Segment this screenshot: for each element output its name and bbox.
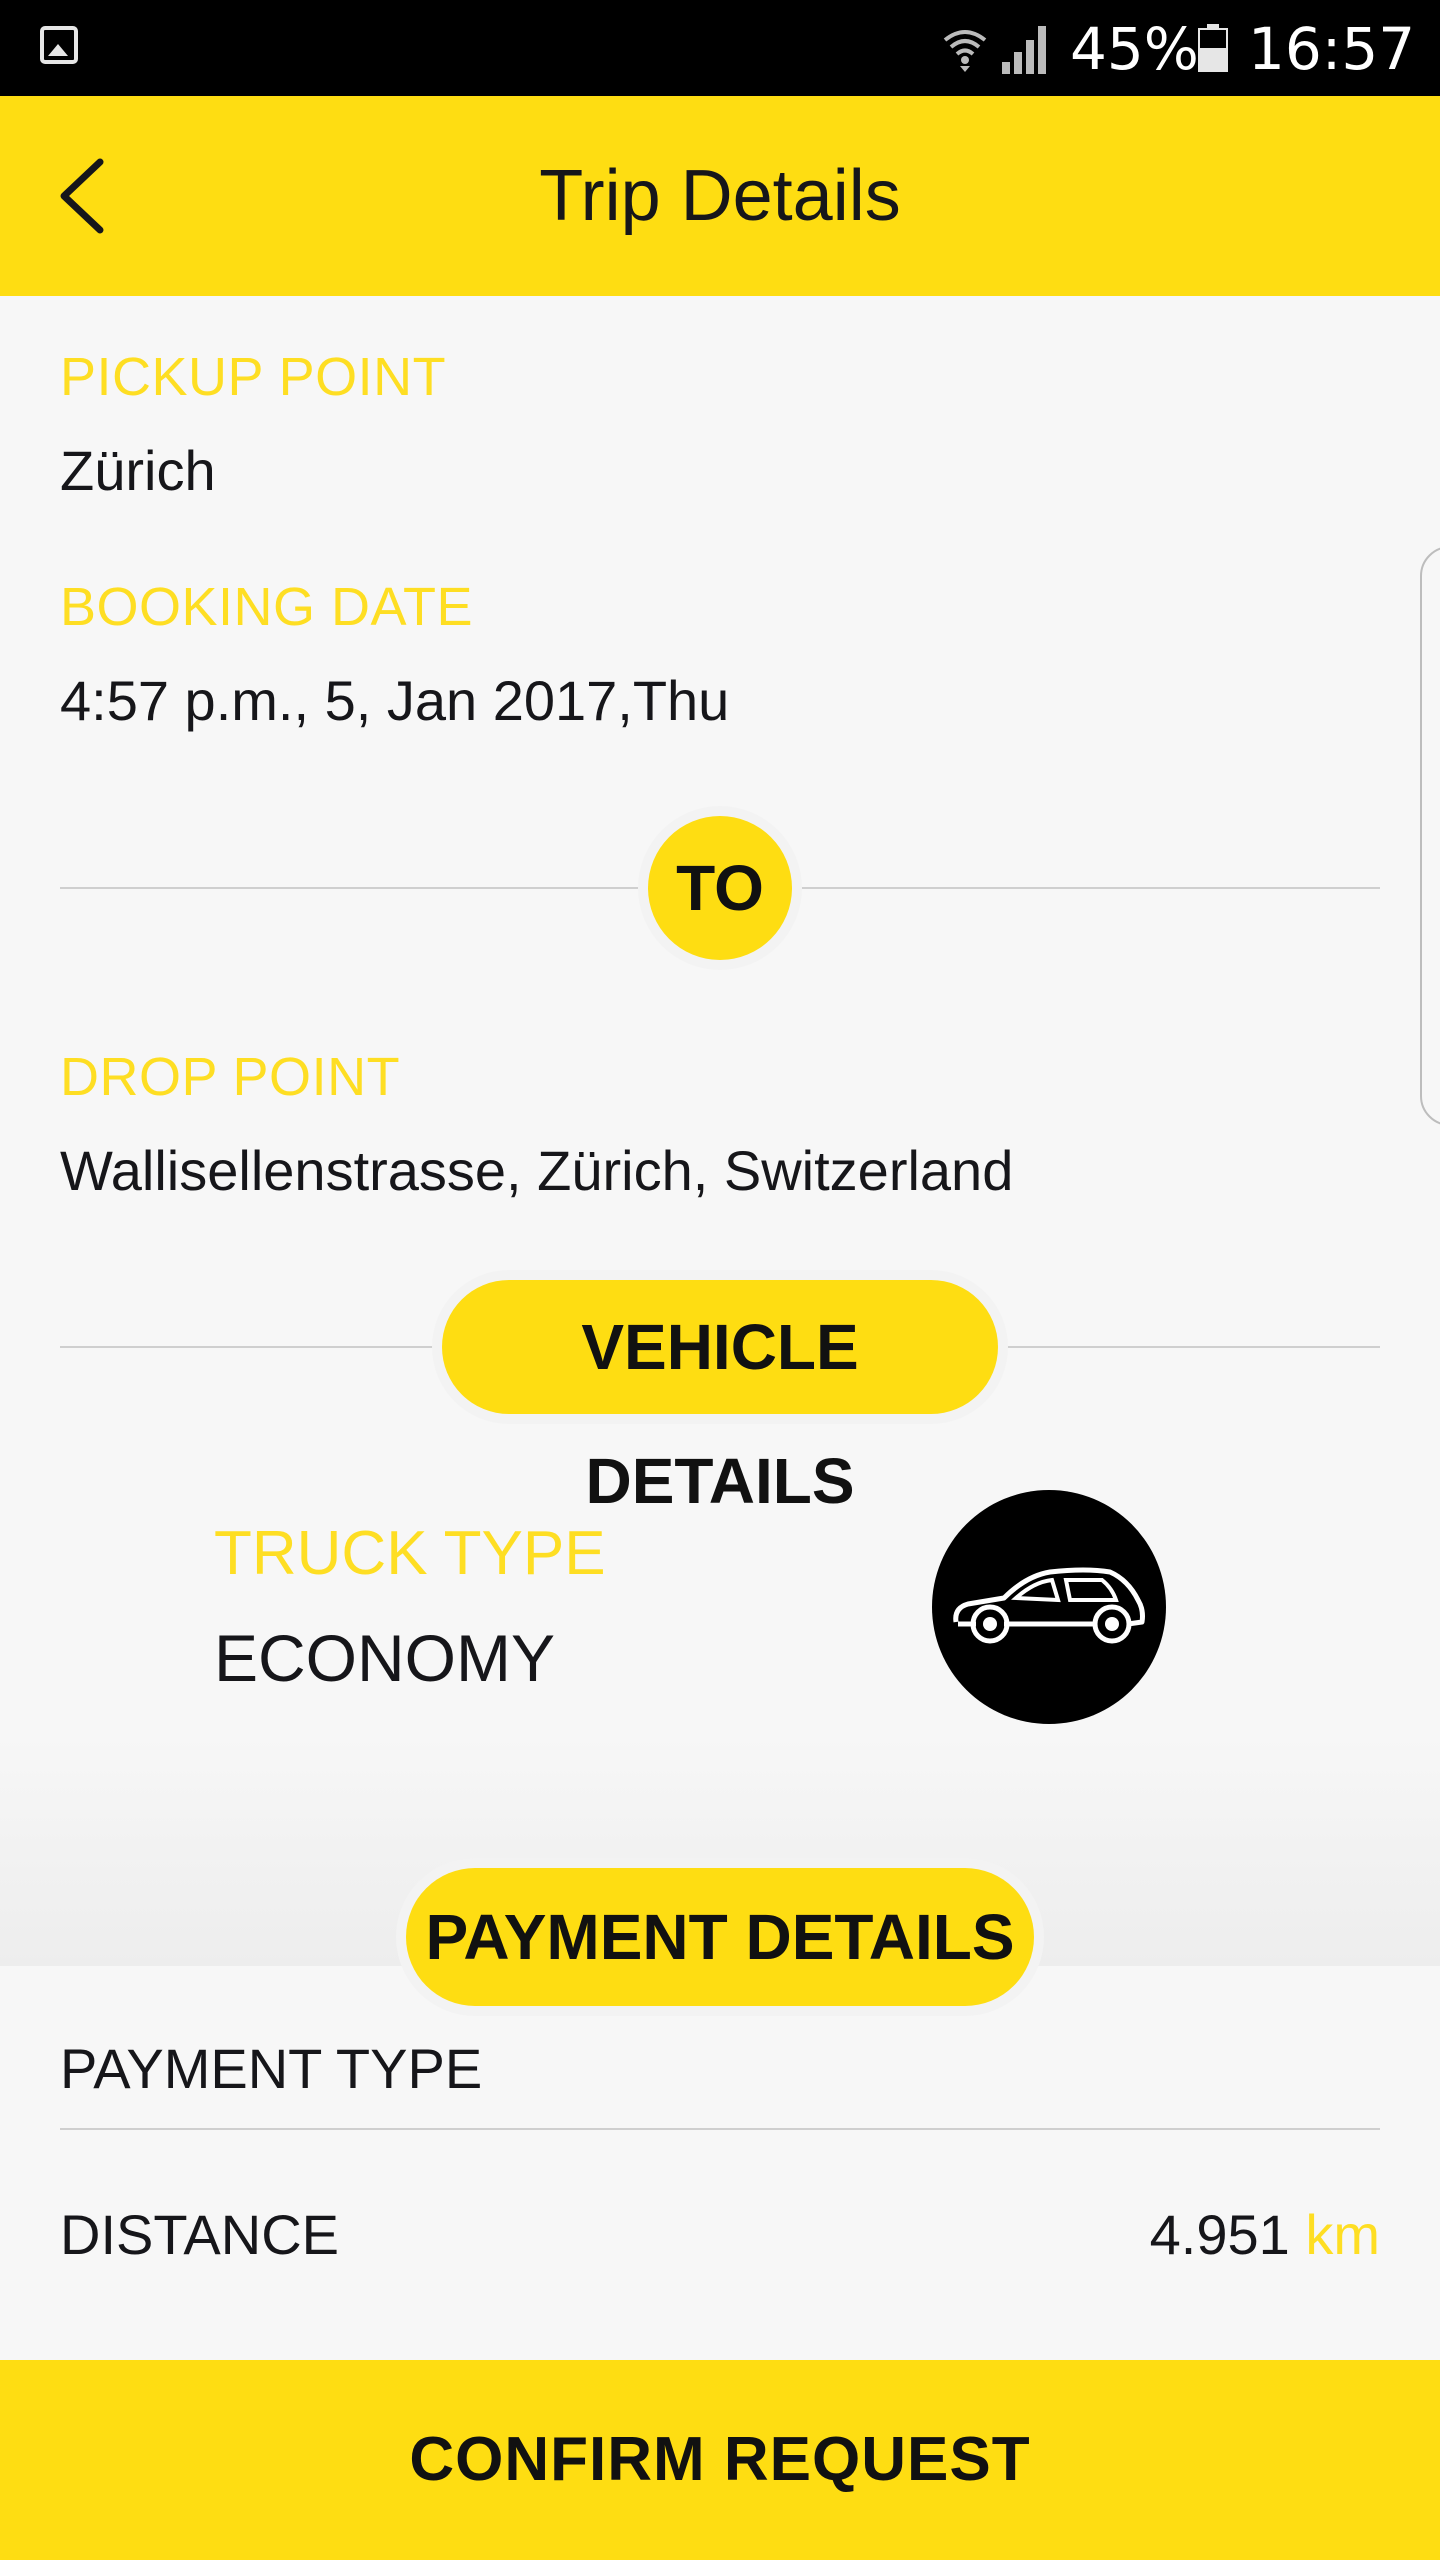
payment-divider xyxy=(60,2128,1380,2130)
gallery-icon xyxy=(40,26,78,64)
pickup-label: PICKUP POINT xyxy=(60,347,447,407)
drop-point-value: Wallisellenstrasse, Zürich, Switzerland xyxy=(60,1139,1014,1202)
distance-value: 4.951 km xyxy=(1150,2202,1380,2267)
to-badge: TO xyxy=(648,816,792,960)
car-icon xyxy=(932,1490,1166,1724)
wifi-icon xyxy=(943,30,987,72)
battery-percent: 45% xyxy=(1070,15,1199,83)
side-panel-handle[interactable] xyxy=(1420,546,1440,1126)
distance-label: DISTANCE xyxy=(60,2203,339,2266)
payment-type-label: PAYMENT TYPE xyxy=(60,2037,483,2100)
booking-date-value: 4:57 p.m., 5, Jan 2017,Thu xyxy=(60,669,730,732)
truck-type-value: ECONOMY xyxy=(214,1621,556,1695)
page-title: Trip Details xyxy=(539,156,901,236)
signal-icon xyxy=(1002,26,1046,74)
clock: 16:57 xyxy=(1248,15,1416,83)
booking-date-label: BOOKING DATE xyxy=(60,577,474,637)
truck-type-label: TRUCK TYPE xyxy=(214,1519,606,1588)
confirm-request-button[interactable]: CONFIRM REQUEST xyxy=(0,2360,1440,2560)
chevron-left-icon[interactable] xyxy=(50,154,120,238)
battery-icon xyxy=(1198,24,1228,72)
payment-area: PAYMENT TYPE DISTANCE 4.951 km xyxy=(0,1966,1440,2360)
distance-unit: km xyxy=(1305,2203,1380,2266)
payment-details-badge: PAYMENT DETAILS xyxy=(406,1868,1034,2006)
trip-details-content: PICKUP POINT Zürich BOOKING DATE 4:57 p.… xyxy=(0,296,1440,2360)
distance-number: 4.951 xyxy=(1149,2203,1290,2266)
vehicle-details-badge: VEHICLE DETAILS xyxy=(442,1280,998,1517)
status-bar: 45% 16:57 xyxy=(0,0,1440,96)
drop-point-label: DROP POINT xyxy=(60,1047,401,1107)
app-bar: Trip Details xyxy=(0,96,1440,296)
pickup-value: Zürich xyxy=(60,439,216,502)
